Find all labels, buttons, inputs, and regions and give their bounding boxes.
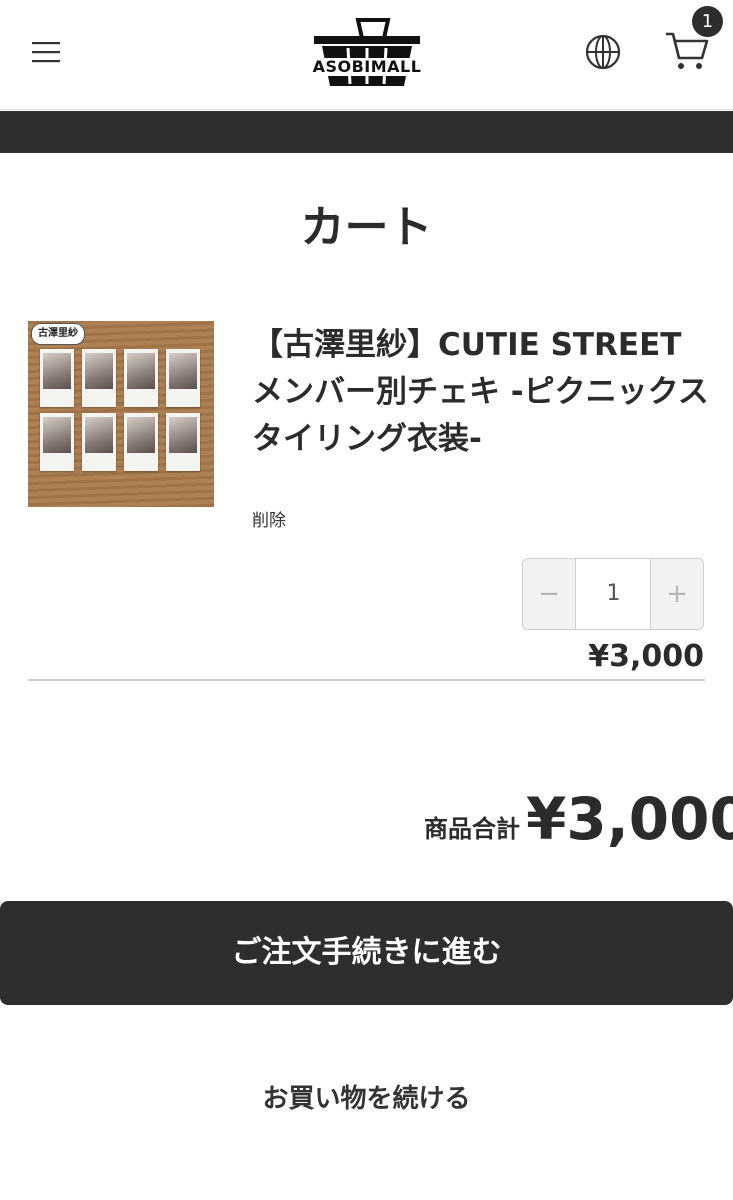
- cheki-photo: [43, 417, 71, 453]
- cheki-photo: [127, 417, 155, 453]
- continue-shopping-link[interactable]: お買い物を続ける: [0, 1080, 733, 1118]
- product-thumbnail[interactable]: 古澤里紗: [28, 321, 214, 507]
- cheki-photo: [127, 353, 155, 389]
- increase-quantity-button[interactable]: +: [650, 559, 703, 629]
- subtotal-value: ¥3,000: [526, 785, 733, 853]
- cheki-photo: [85, 353, 113, 389]
- globe-icon[interactable]: [583, 32, 623, 72]
- cheki-card: [166, 349, 200, 407]
- item-divider: [28, 679, 705, 681]
- site-header: ASOBIMALL: [0, 0, 733, 110]
- cheki-card: [40, 413, 74, 471]
- decrease-quantity-button[interactable]: −: [523, 559, 576, 629]
- cheki-photo: [43, 353, 71, 389]
- quantity-stepper: − 1 +: [522, 558, 704, 630]
- cheki-card: [82, 349, 116, 407]
- subtotal-label: 商品合計: [424, 815, 520, 843]
- delete-link[interactable]: 削除: [252, 508, 286, 534]
- cheki-card: [82, 413, 116, 471]
- hamburger-menu-icon[interactable]: [30, 38, 62, 66]
- product-name[interactable]: 【古澤里紗】CUTIE STREET メンバー別チェキ -ピクニックスタイリング…: [252, 322, 712, 463]
- line-item-price: ¥3,000: [588, 639, 704, 674]
- cheki-card: [124, 349, 158, 407]
- thumbnail-member-tag: 古澤里紗: [31, 323, 85, 345]
- cheki-card: [124, 413, 158, 471]
- cheki-photo: [85, 417, 113, 453]
- cheki-card: [40, 349, 74, 407]
- notice-banner: [0, 111, 733, 153]
- logo-text: ASOBIMALL: [296, 58, 438, 76]
- cheki-photo: [169, 417, 197, 453]
- page-title: カート: [300, 202, 433, 253]
- basket-logo-icon: [314, 18, 420, 86]
- cheki-card: [166, 413, 200, 471]
- cheki-photo: [169, 353, 197, 389]
- cart-count-badge: 1: [692, 6, 723, 37]
- asobimall-logo[interactable]: ASOBIMALL: [296, 16, 438, 92]
- checkout-button[interactable]: ご注文手続きに進む: [0, 901, 733, 1005]
- quantity-value[interactable]: 1: [576, 559, 651, 629]
